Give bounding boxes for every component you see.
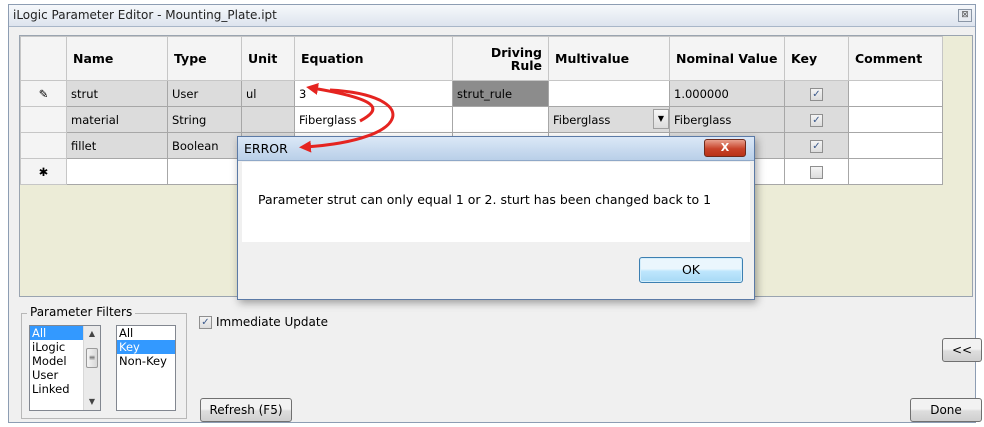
- dialog-title: ERROR: [244, 141, 288, 156]
- table-row[interactable]: material String Fiberglass Fiberglass ▼ …: [20, 106, 943, 133]
- scroll-down-icon[interactable]: ▼: [84, 394, 100, 410]
- table-row[interactable]: ✎ strut User ul 3 strut_rule 1.000000 ✓: [20, 80, 943, 107]
- cell-key[interactable]: ✓: [784, 106, 849, 133]
- dialog-body: Parameter strut can only equal 1 or 2. s…: [242, 162, 750, 242]
- column-header-multivalue[interactable]: Multivalue: [548, 36, 670, 81]
- key-checkbox[interactable]: ✓: [810, 87, 823, 101]
- cell-comment[interactable]: [848, 80, 943, 107]
- dropdown-arrow-icon[interactable]: ▼: [653, 109, 669, 129]
- dialog-title-bar: ERROR X: [238, 137, 754, 161]
- key-checkbox[interactable]: ✓: [810, 113, 823, 127]
- refresh-button[interactable]: Refresh (F5): [200, 398, 292, 422]
- edit-pencil-icon: ✎: [20, 80, 67, 107]
- scroll-thumb[interactable]: ≡: [86, 348, 98, 368]
- multivalue-dropdown-value: Fiberglass: [553, 112, 611, 127]
- row-indicator: [20, 106, 67, 133]
- cell-type: Boolean: [167, 132, 242, 159]
- cell-nominal-value: Fiberglass: [669, 106, 785, 133]
- ok-button[interactable]: OK: [639, 257, 743, 283]
- immediate-update-toggle[interactable]: ✓ Immediate Update: [199, 315, 328, 329]
- cell-key[interactable]: ✓: [784, 132, 849, 159]
- key-checkbox-unchecked[interactable]: [810, 165, 823, 179]
- column-header-unit[interactable]: Unit: [241, 36, 295, 81]
- key-checkbox[interactable]: ✓: [810, 139, 823, 153]
- list-item-all[interactable]: All: [30, 326, 84, 340]
- cell-unit[interactable]: ul: [241, 80, 295, 107]
- done-button[interactable]: Done: [910, 398, 982, 422]
- cell-key[interactable]: [784, 158, 849, 185]
- title-bar: iLogic Parameter Editor - Mounting_Plate…: [9, 5, 975, 27]
- list-item-non-key[interactable]: Non-Key: [117, 354, 175, 368]
- cell-name[interactable]: strut: [66, 80, 168, 107]
- cell-type: String: [167, 106, 242, 133]
- collapse-button[interactable]: <<: [942, 338, 982, 362]
- cell-key[interactable]: ✓: [784, 80, 849, 107]
- window-title: iLogic Parameter Editor - Mounting_Plate…: [13, 8, 277, 22]
- row-indicator: [20, 132, 67, 159]
- cell-driving-rule: strut_rule: [452, 80, 549, 107]
- cell-comment[interactable]: [848, 132, 943, 159]
- immediate-update-label: Immediate Update: [216, 315, 328, 329]
- row-header-corner: [20, 36, 67, 81]
- cell-name[interactable]: fillet: [66, 132, 168, 159]
- column-header-type[interactable]: Type: [167, 36, 242, 81]
- filter-key-list[interactable]: All Key Non-Key: [116, 325, 176, 411]
- column-header-driving-rule[interactable]: Driving Rule: [452, 36, 549, 81]
- column-header-equation[interactable]: Equation: [294, 36, 453, 81]
- filter-source-list[interactable]: All iLogic Model User Linked ▲ ≡ ▼: [29, 325, 101, 411]
- list-item-all[interactable]: All: [117, 326, 175, 340]
- cell-multivalue[interactable]: Fiberglass ▼: [548, 106, 670, 133]
- cell-nominal-value: 1.000000: [669, 80, 785, 107]
- column-header-nominal-value[interactable]: Nominal Value: [669, 36, 785, 81]
- cell-equation[interactable]: 3: [294, 80, 453, 107]
- cell-multivalue[interactable]: [548, 80, 670, 107]
- list-item-key[interactable]: Key: [117, 340, 175, 354]
- close-icon[interactable]: ⊠: [958, 9, 972, 22]
- dialog-close-button[interactable]: X: [704, 139, 746, 157]
- cell-type[interactable]: [167, 158, 242, 185]
- scroll-up-icon[interactable]: ▲: [84, 326, 100, 342]
- cell-type: User: [167, 80, 242, 107]
- new-row-asterisk-icon: ✱: [20, 158, 67, 185]
- header-row: Name Type Unit Equation Driving Rule Mul…: [20, 36, 943, 81]
- cell-driving-rule: [452, 106, 549, 133]
- column-header-key[interactable]: Key: [784, 36, 849, 81]
- parameter-filters-label: Parameter Filters: [27, 305, 136, 319]
- cell-unit[interactable]: [241, 106, 295, 133]
- cell-comment[interactable]: [848, 158, 943, 185]
- scrollbar[interactable]: ▲ ≡ ▼: [83, 326, 100, 410]
- immediate-update-checkbox[interactable]: ✓: [199, 316, 212, 329]
- error-message: Parameter strut can only equal 1 or 2. s…: [258, 192, 712, 207]
- column-header-name[interactable]: Name: [66, 36, 168, 81]
- cell-name[interactable]: material: [66, 106, 168, 133]
- column-header-comment[interactable]: Comment: [848, 36, 943, 81]
- cell-comment[interactable]: [848, 106, 943, 133]
- error-dialog: ERROR X Parameter strut can only equal 1…: [237, 136, 755, 300]
- cell-name[interactable]: [66, 158, 168, 185]
- cell-equation[interactable]: Fiberglass: [294, 106, 453, 133]
